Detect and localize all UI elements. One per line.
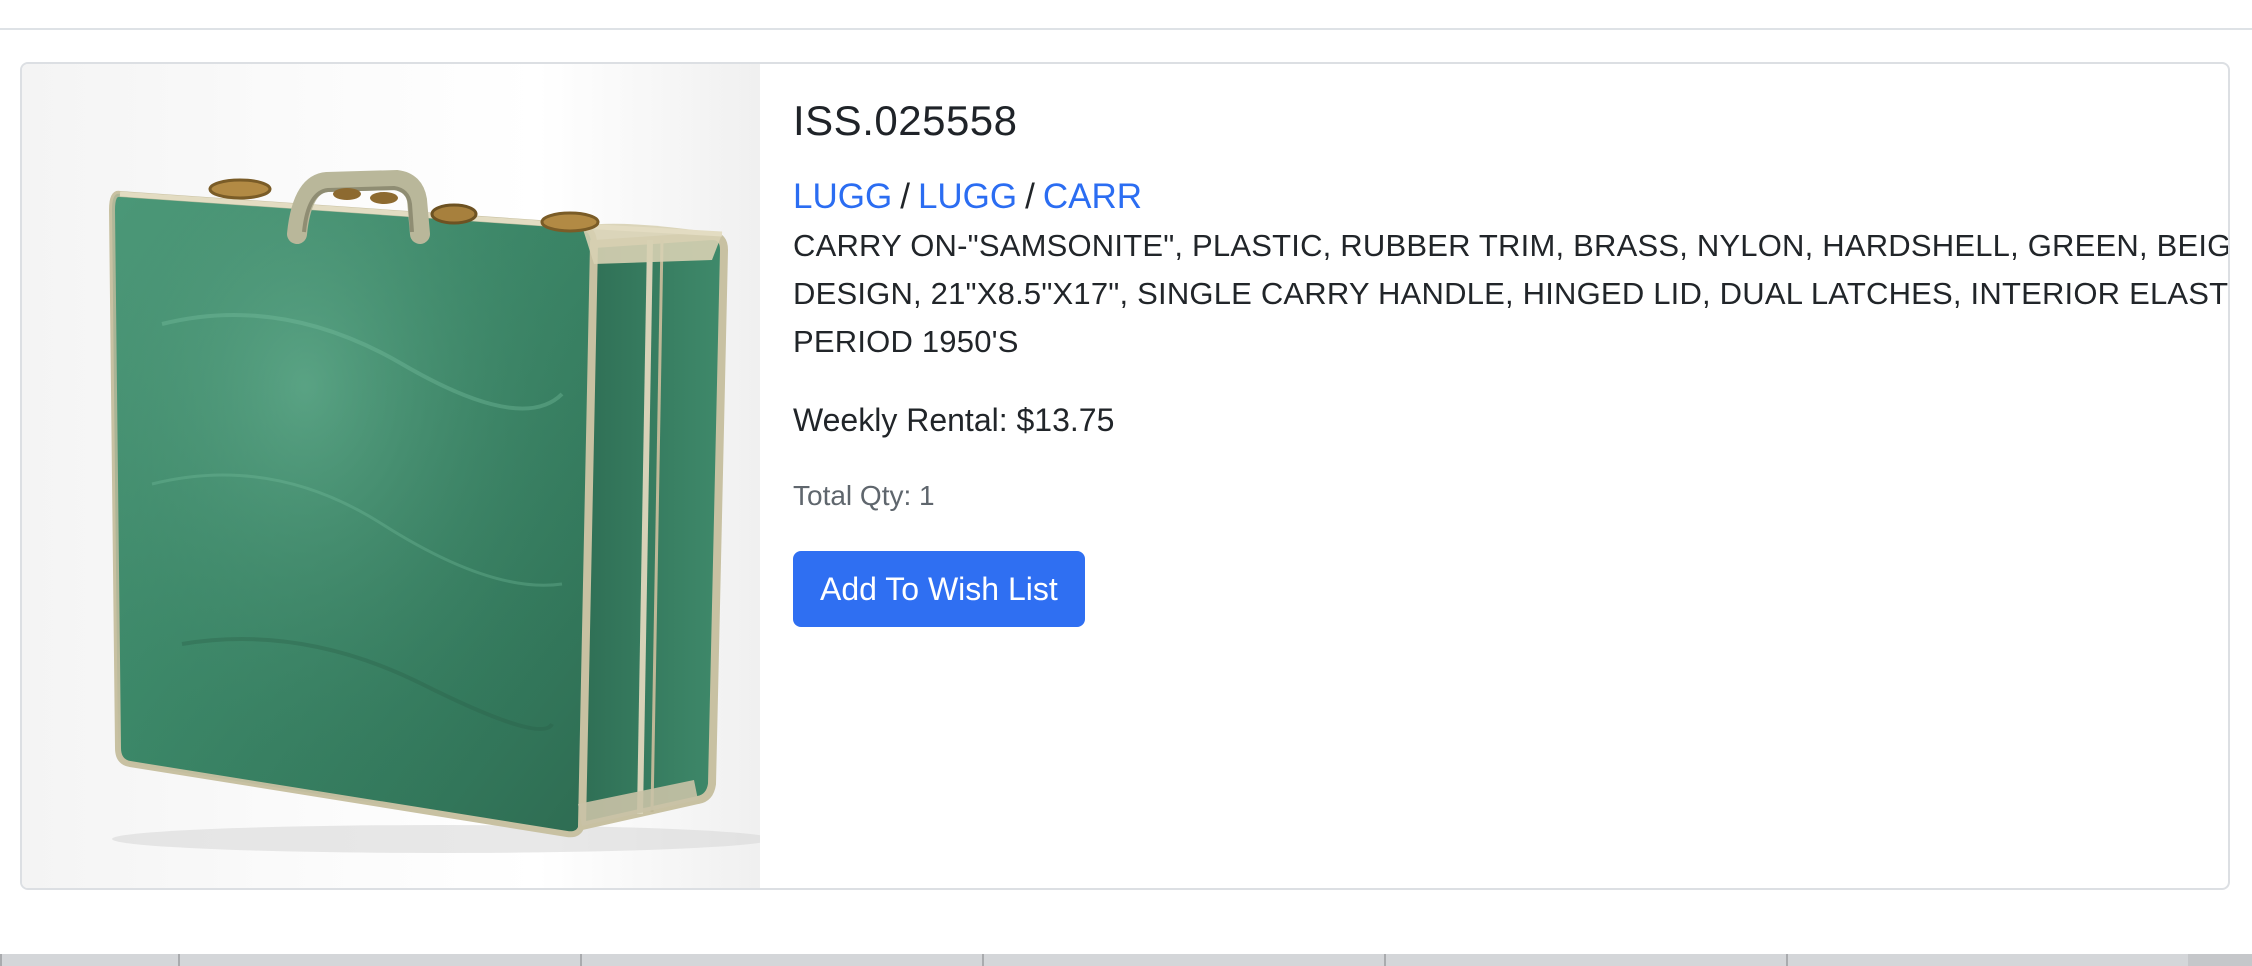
breadcrumb-link-type[interactable]: CARR <box>1043 177 1142 216</box>
preview-cell <box>982 954 1384 966</box>
add-to-wish-list-button[interactable]: Add To Wish List <box>793 551 1085 627</box>
total-quantity: Total Qty: 1 <box>793 480 935 511</box>
product-image <box>22 64 760 888</box>
preview-cell <box>0 954 178 966</box>
item-description: CARRY ON-"SAMSONITE", PLASTIC, RUBBER TR… <box>793 228 2230 359</box>
breadcrumb-separator: / <box>1025 177 1035 216</box>
product-details: ISS.025558 LUGG / LUGG / CARR CARRY ON-"SAMS… <box>760 64 2230 888</box>
suitcase-illustration <box>108 169 760 853</box>
top-divider <box>0 28 2252 30</box>
breadcrumb-link-category[interactable]: LUGG <box>793 177 892 216</box>
weekly-rental-price: Weekly Rental: $13.75 <box>793 402 1115 438</box>
item-number-title: ISS.025558 <box>793 97 1018 144</box>
next-row-preview <box>0 954 2252 966</box>
breadcrumb-separator: / <box>900 177 910 216</box>
product-card: ISS.025558 LUGG / LUGG / CARR CARRY ON-"SAMS… <box>20 62 2230 890</box>
preview-cell <box>1786 954 2188 966</box>
category-breadcrumb: LUGG / LUGG / CARR <box>793 174 2228 220</box>
preview-cell <box>178 954 580 966</box>
breadcrumb-link-subcategory[interactable]: LUGG <box>918 177 1017 216</box>
preview-cell <box>580 954 982 966</box>
preview-cell <box>1384 954 1786 966</box>
